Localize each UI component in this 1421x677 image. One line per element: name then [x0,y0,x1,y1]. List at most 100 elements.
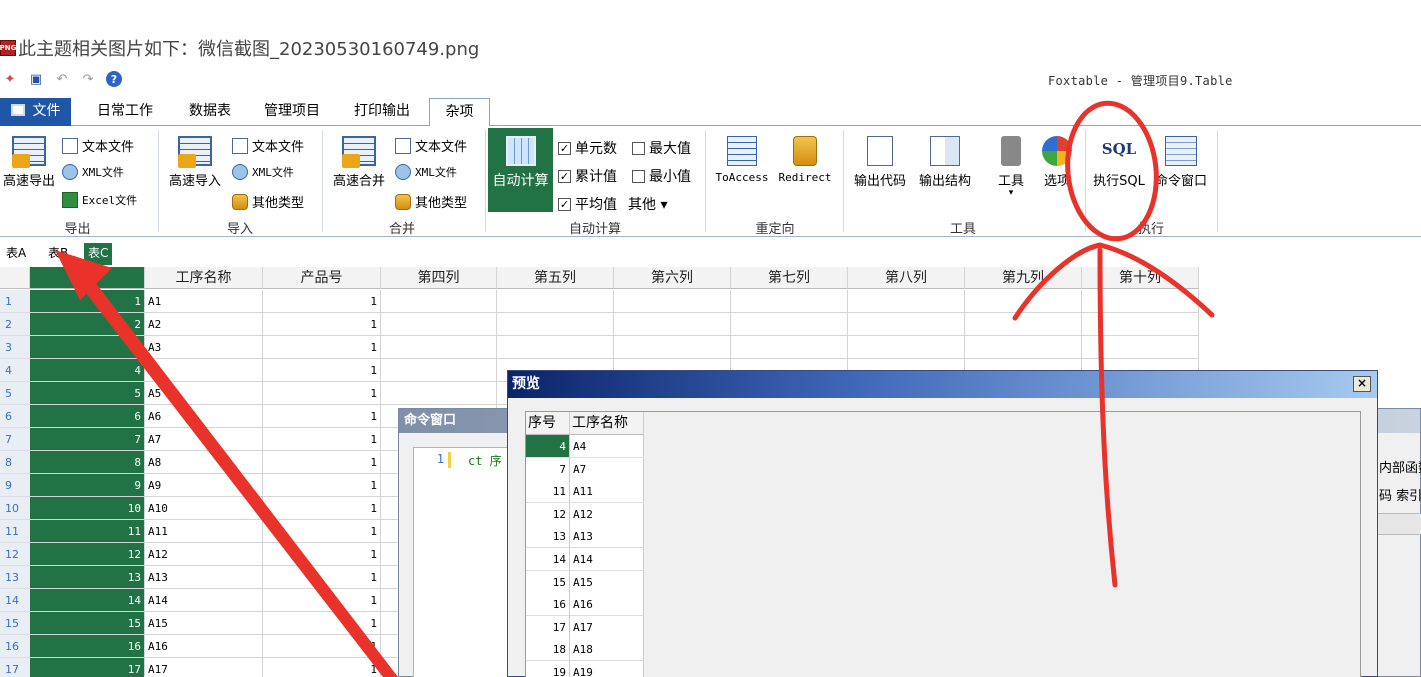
row-number[interactable]: 11 [0,520,30,543]
auto-calc-button[interactable]: 自动计算 [488,128,553,212]
table-cell[interactable]: 1 [263,589,381,612]
preview-cell[interactable]: A19 [570,661,644,677]
table-cell[interactable] [731,290,848,313]
preview-row[interactable]: 15 A15 [526,570,644,594]
tab-manage[interactable]: 管理项目 [254,98,330,126]
preview-title-bar[interactable]: 预览 × [508,371,1377,398]
fast-export-button[interactable]: 高速导出 [0,136,58,189]
table-cell[interactable] [731,313,848,336]
preview-row[interactable]: 13 A13 [526,525,644,549]
column-header[interactable]: 第八列 [848,267,965,289]
row-number[interactable]: 12 [0,543,30,566]
export-xml-button[interactable]: XML文件 [62,164,124,180]
table-tab-a[interactable]: 表A [2,243,30,265]
row-number[interactable]: 1 [0,290,30,313]
table-cell[interactable]: 7 [30,428,145,451]
preview-row[interactable]: 7 A7 [526,457,644,481]
table-cell[interactable]: 1 [263,405,381,428]
undo-icon[interactable]: ↶ [54,71,70,87]
table-cell[interactable] [381,313,497,336]
preview-cell[interactable]: 17 [526,615,570,639]
preview-row[interactable]: 17 A17 [526,615,644,639]
row-number[interactable]: 6 [0,405,30,428]
row-number[interactable]: 5 [0,382,30,405]
export-text-button[interactable]: 文本文件 [62,136,134,155]
table-cell[interactable]: 6 [30,405,145,428]
code-index-tab[interactable]: 码 索引 [1379,485,1421,504]
row-number[interactable]: 13 [0,566,30,589]
table-cell[interactable] [381,336,497,359]
table-cell[interactable]: 10 [30,497,145,520]
builtin-functions-tab[interactable]: 内部函数 [1379,457,1421,476]
column-header[interactable]: 工序名称 [145,267,263,289]
preview-cell[interactable]: A14 [570,548,644,571]
table-cell[interactable]: 15 [30,612,145,635]
checkbox-min[interactable]: 最小值 [632,166,691,186]
table-cell[interactable]: 1 [263,497,381,520]
table-cell[interactable]: 1 [263,382,381,405]
table-cell[interactable]: A11 [145,520,263,543]
preview-cell[interactable]: A15 [570,570,644,594]
table-cell[interactable]: A8 [145,451,263,474]
import-xml-button[interactable]: XML文件 [232,164,294,180]
preview-cell[interactable]: A11 [570,480,644,504]
row-number[interactable]: 9 [0,474,30,497]
table-cell[interactable]: 1 [263,566,381,589]
table-cell[interactable]: 17 [30,658,145,677]
table-cell[interactable] [614,290,731,313]
preview-cell[interactable]: 19 [526,661,570,677]
preview-cell[interactable]: A18 [570,638,644,662]
output-code-button[interactable]: 输出代码 [848,136,912,189]
table-cell[interactable]: 9 [30,474,145,497]
merge-other-button[interactable]: 其他类型 [395,192,467,211]
table-cell[interactable] [381,382,497,405]
preview-cell[interactable]: A12 [570,502,644,526]
table-cell[interactable]: A4 [145,359,263,382]
table-cell[interactable] [381,359,497,382]
checkbox-cumulative[interactable]: ✓ 累计值 [558,166,617,186]
table-cell[interactable]: 1 [263,658,381,677]
table-cell[interactable]: 11 [30,520,145,543]
table-cell[interactable]: 1 [263,428,381,451]
tab-print[interactable]: 打印输出 [343,98,421,126]
tab-file[interactable]: 文件 [0,98,71,126]
table-row[interactable]: 1 1 A1 1 [0,290,1200,313]
preview-cell[interactable]: A17 [570,615,644,639]
table-cell[interactable]: 1 [263,612,381,635]
preview-column-header[interactable]: 序号 [526,412,570,435]
table-cell[interactable]: 14 [30,589,145,612]
table-cell[interactable] [731,336,848,359]
row-number[interactable]: 3 [0,336,30,359]
table-cell[interactable] [1082,313,1199,336]
options-button[interactable]: 选项 [1035,136,1079,189]
table-cell[interactable] [497,336,614,359]
checkbox-count[interactable]: ✓ 单元数 [558,138,617,158]
row-number[interactable]: 17 [0,658,30,677]
import-text-button[interactable]: 文本文件 [232,136,304,155]
fast-merge-button[interactable]: 高速合并 [328,136,390,189]
table-cell[interactable]: 1 [263,290,381,313]
preview-cell[interactable]: 12 [526,502,570,526]
help-icon[interactable]: ? [106,71,122,87]
table-cell[interactable]: 1 [263,635,381,658]
column-header[interactable]: 第九列 [965,267,1082,289]
output-structure-button[interactable]: 输出结构 [914,136,976,189]
table-cell[interactable]: 1 [30,290,145,313]
preview-cell[interactable]: A4 [570,435,644,458]
preview-row[interactable]: 16 A16 [526,593,644,617]
preview-cell[interactable]: 15 [526,570,570,594]
preview-column-header[interactable]: 工序名称 [570,412,644,435]
row-number[interactable]: 2 [0,313,30,336]
row-number[interactable]: 15 [0,612,30,635]
redirect-button[interactable]: Redirect [774,136,836,185]
table-cell[interactable] [614,336,731,359]
table-cell[interactable]: A1 [145,290,263,313]
tools-button[interactable]: 工具 ▾ [990,136,1032,198]
save-icon[interactable]: ▣ [28,71,44,87]
code-text[interactable]: ct 序 [468,452,502,469]
table-cell[interactable] [1082,290,1199,313]
import-other-button[interactable]: 其他类型 [232,192,304,211]
tab-misc[interactable]: 杂项 [429,98,490,126]
preview-row[interactable]: 12 A12 [526,502,644,526]
preview-cell[interactable]: A7 [570,457,644,481]
